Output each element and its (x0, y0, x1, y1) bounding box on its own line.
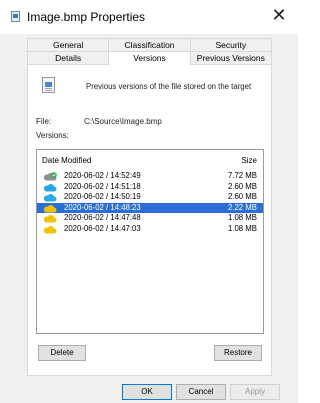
version-row[interactable]: 2020-06-02 / 14:52:49 7.72 MB (37, 171, 263, 182)
cloud-yellow-icon (43, 204, 57, 212)
version-row[interactable]: 2020-06-02 / 14:47:03 1.08 MB (37, 224, 263, 235)
cloud-yellow-icon (43, 225, 57, 233)
title-bar: Image.bmp Properties ✕ (0, 0, 298, 34)
version-size: 1.08 MB (227, 213, 257, 222)
window-title: Image.bmp Properties (27, 10, 146, 24)
version-size: 2.60 MB (227, 181, 257, 191)
version-date: 2020-06-02 / 14:51:18 (64, 181, 141, 191)
tab-previous-versions[interactable]: Previous Versions (190, 51, 272, 64)
versions-panel: Previous versions of the file stored on … (27, 64, 272, 376)
column-date-modified[interactable]: Date Modified (42, 154, 91, 168)
image-file-icon (11, 11, 20, 22)
tab-details[interactable]: Details (27, 51, 110, 64)
cancel-button[interactable]: Cancel (176, 384, 226, 400)
restore-button[interactable]: Restore (214, 345, 262, 361)
dialog-body: General Classification Security Details … (0, 34, 298, 403)
apply-button[interactable]: Apply (230, 384, 280, 400)
list-header: Date Modified Size (37, 150, 263, 165)
version-row[interactable]: 2020-06-02 / 14:47:48 1.08 MB (37, 213, 263, 224)
version-date: 2020-06-02 / 14:47:48 (64, 213, 141, 222)
tab-security[interactable]: Security (190, 38, 272, 51)
tab-general[interactable]: General (27, 38, 110, 51)
tab-row-bottom: Details Versions Previous Versions (27, 51, 272, 65)
version-size: 7.72 MB (227, 171, 257, 180)
version-rows: 2020-06-02 / 14:52:49 7.72 MB 2020-06-02 /… (37, 171, 263, 234)
version-date: 2020-06-02 / 14:47:03 (64, 223, 141, 233)
cloud-blue-icon (43, 194, 57, 202)
tab-classification[interactable]: Classification (109, 38, 191, 51)
tab-row-top: General Classification Security (27, 38, 272, 51)
tab-versions[interactable]: Versions (109, 51, 191, 65)
ok-button[interactable]: OK (122, 384, 172, 400)
version-row[interactable]: 2020-06-02 / 14:50:19 2.60 MB (37, 192, 263, 203)
version-row[interactable]: 2020-06-02 / 14:51:18 2.60 MB (37, 182, 263, 193)
file-path: C:\Source\Image.bmp (84, 117, 162, 126)
delete-button[interactable]: Delete (38, 345, 86, 361)
panel-description: Previous versions of the file stored on … (86, 82, 252, 91)
version-date: 2020-06-02 / 14:48:23 (64, 202, 141, 212)
version-size: 1.08 MB (227, 223, 257, 233)
column-size[interactable]: Size (241, 154, 257, 168)
cloud-blue-icon (43, 183, 57, 191)
cloud-synced-icon (43, 172, 57, 181)
close-icon[interactable]: ✕ (268, 4, 290, 26)
version-date: 2020-06-02 / 14:50:19 (64, 192, 141, 201)
versions-list[interactable]: Date Modified Size 2020-06-02 / 14:52:49… (36, 149, 264, 334)
version-row[interactable]: 2020-06-02 / 14:48:23 2.22 MB (37, 202, 263, 213)
version-size: 2.22 MB (227, 202, 257, 212)
versions-label: Versions: (36, 131, 69, 140)
cloud-yellow-icon (43, 215, 57, 223)
file-label: File: (36, 117, 52, 126)
version-size: 2.60 MB (227, 192, 257, 201)
version-date: 2020-06-02 / 14:52:49 (64, 171, 141, 180)
bmp-file-icon (42, 77, 55, 93)
